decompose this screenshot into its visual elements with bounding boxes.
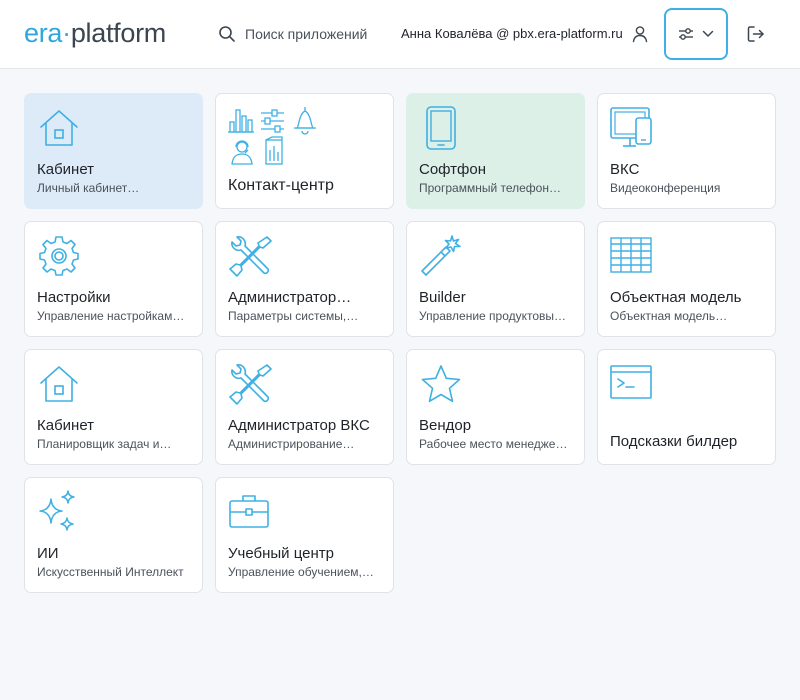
table-grid-icon [610, 237, 652, 273]
app-card-vks-administrator[interactable]: Администратор ВКС Администрирование… [215, 349, 394, 465]
app-title: Софтфон [419, 161, 487, 178]
app-title: ВКС [610, 161, 640, 178]
app-title: Администратор… [228, 289, 352, 306]
search-placeholder: Поиск приложений [245, 26, 368, 42]
app-card-cabinet-planner[interactable]: Кабинет Планировщик задач и… [24, 349, 203, 465]
top-header: era·platform Поиск приложений Анна Ковал… [0, 0, 800, 69]
app-title: ИИ [37, 545, 59, 562]
app-card-contact-center[interactable]: Контакт-центр [215, 93, 394, 209]
app-subtitle: Параметры системы,… [228, 309, 359, 323]
app-subtitle: Администрирование… [228, 437, 355, 451]
app-subtitle: Видеоконференция [610, 181, 721, 195]
contact-center-icons [228, 107, 316, 165]
logo-dot: · [62, 18, 71, 48]
app-card-ai[interactable]: ИИ Искусственный Интеллект [24, 477, 203, 593]
logo-platform: platform [70, 18, 166, 48]
house-icon [40, 366, 78, 402]
house-icon [40, 110, 78, 146]
app-title: Администратор ВКС [228, 417, 370, 434]
app-subtitle: Рабочее место менедже… [419, 437, 568, 451]
user-account-label: Анна Ковалёва @ pbx.era-platform.ru [401, 26, 623, 41]
app-card-softphone[interactable]: Софтфон Программный телефон… [406, 93, 585, 209]
app-card-vendor[interactable]: Вендор Рабочее место менедже… [406, 349, 585, 465]
terminal-icon [610, 365, 652, 399]
tablet-icon [426, 106, 456, 150]
app-title: Учебный центр [228, 545, 334, 562]
tools-icon [229, 364, 272, 405]
search-input[interactable]: Поиск приложений [218, 22, 367, 46]
chevron-down-icon [702, 30, 714, 37]
app-subtitle: Планировщик задач и… [37, 437, 172, 451]
logo[interactable]: era·platform [24, 17, 166, 49]
app-subtitle: Искусственный Интеллект [37, 565, 184, 579]
sliders-icon [679, 28, 693, 40]
logout-icon[interactable] [745, 23, 767, 45]
app-subtitle: Объектная модель… [610, 309, 728, 323]
app-card-training-center[interactable]: Учебный центр Управление обучением,… [215, 477, 394, 593]
user-icon[interactable] [630, 24, 650, 44]
app-subtitle: Управление обучением,… [228, 565, 374, 579]
app-card-builder[interactable]: Builder Управление продуктовы… [406, 221, 585, 337]
sparkles-icon [39, 490, 75, 531]
logo-era: era [24, 18, 63, 48]
app-subtitle: Личный кабинет… [37, 181, 140, 195]
app-title: Объектная модель [610, 289, 742, 306]
settings-dropdown-button[interactable] [664, 8, 728, 60]
tools-icon [229, 236, 272, 277]
app-card-administrator[interactable]: Администратор… Параметры системы,… [215, 221, 394, 337]
app-title: Кабинет [37, 417, 95, 434]
app-title: Настройки [37, 289, 111, 306]
app-card-vks[interactable]: ВКС Видеоконференция [597, 93, 776, 209]
magic-wand-icon [421, 235, 461, 276]
app-card-cabinet[interactable]: Кабинет Личный кабинет… [24, 93, 203, 209]
star-icon [421, 365, 461, 403]
monitor-phone-icon [610, 107, 652, 147]
app-subtitle: Управление настройкам… [37, 309, 185, 323]
app-title: Контакт-центр [228, 177, 334, 194]
apps-grid: Кабинет Личный кабинет… Контакт-центр Со… [24, 93, 776, 593]
gear-icon [39, 236, 79, 276]
app-title: Кабинет [37, 161, 95, 178]
briefcase-icon [229, 495, 269, 528]
app-title: Подсказки билдер [610, 433, 738, 450]
app-title: Вендор [419, 417, 472, 434]
search-icon [219, 26, 235, 42]
app-card-settings[interactable]: Настройки Управление настройкам… [24, 221, 203, 337]
app-card-builder-hints[interactable]: Подсказки билдер [597, 349, 776, 465]
app-card-object-model[interactable]: Объектная модель Объектная модель… [597, 221, 776, 337]
app-subtitle: Программный телефон… [419, 181, 561, 195]
app-subtitle: Управление продуктовы… [419, 309, 567, 323]
app-title: Builder [419, 289, 466, 306]
